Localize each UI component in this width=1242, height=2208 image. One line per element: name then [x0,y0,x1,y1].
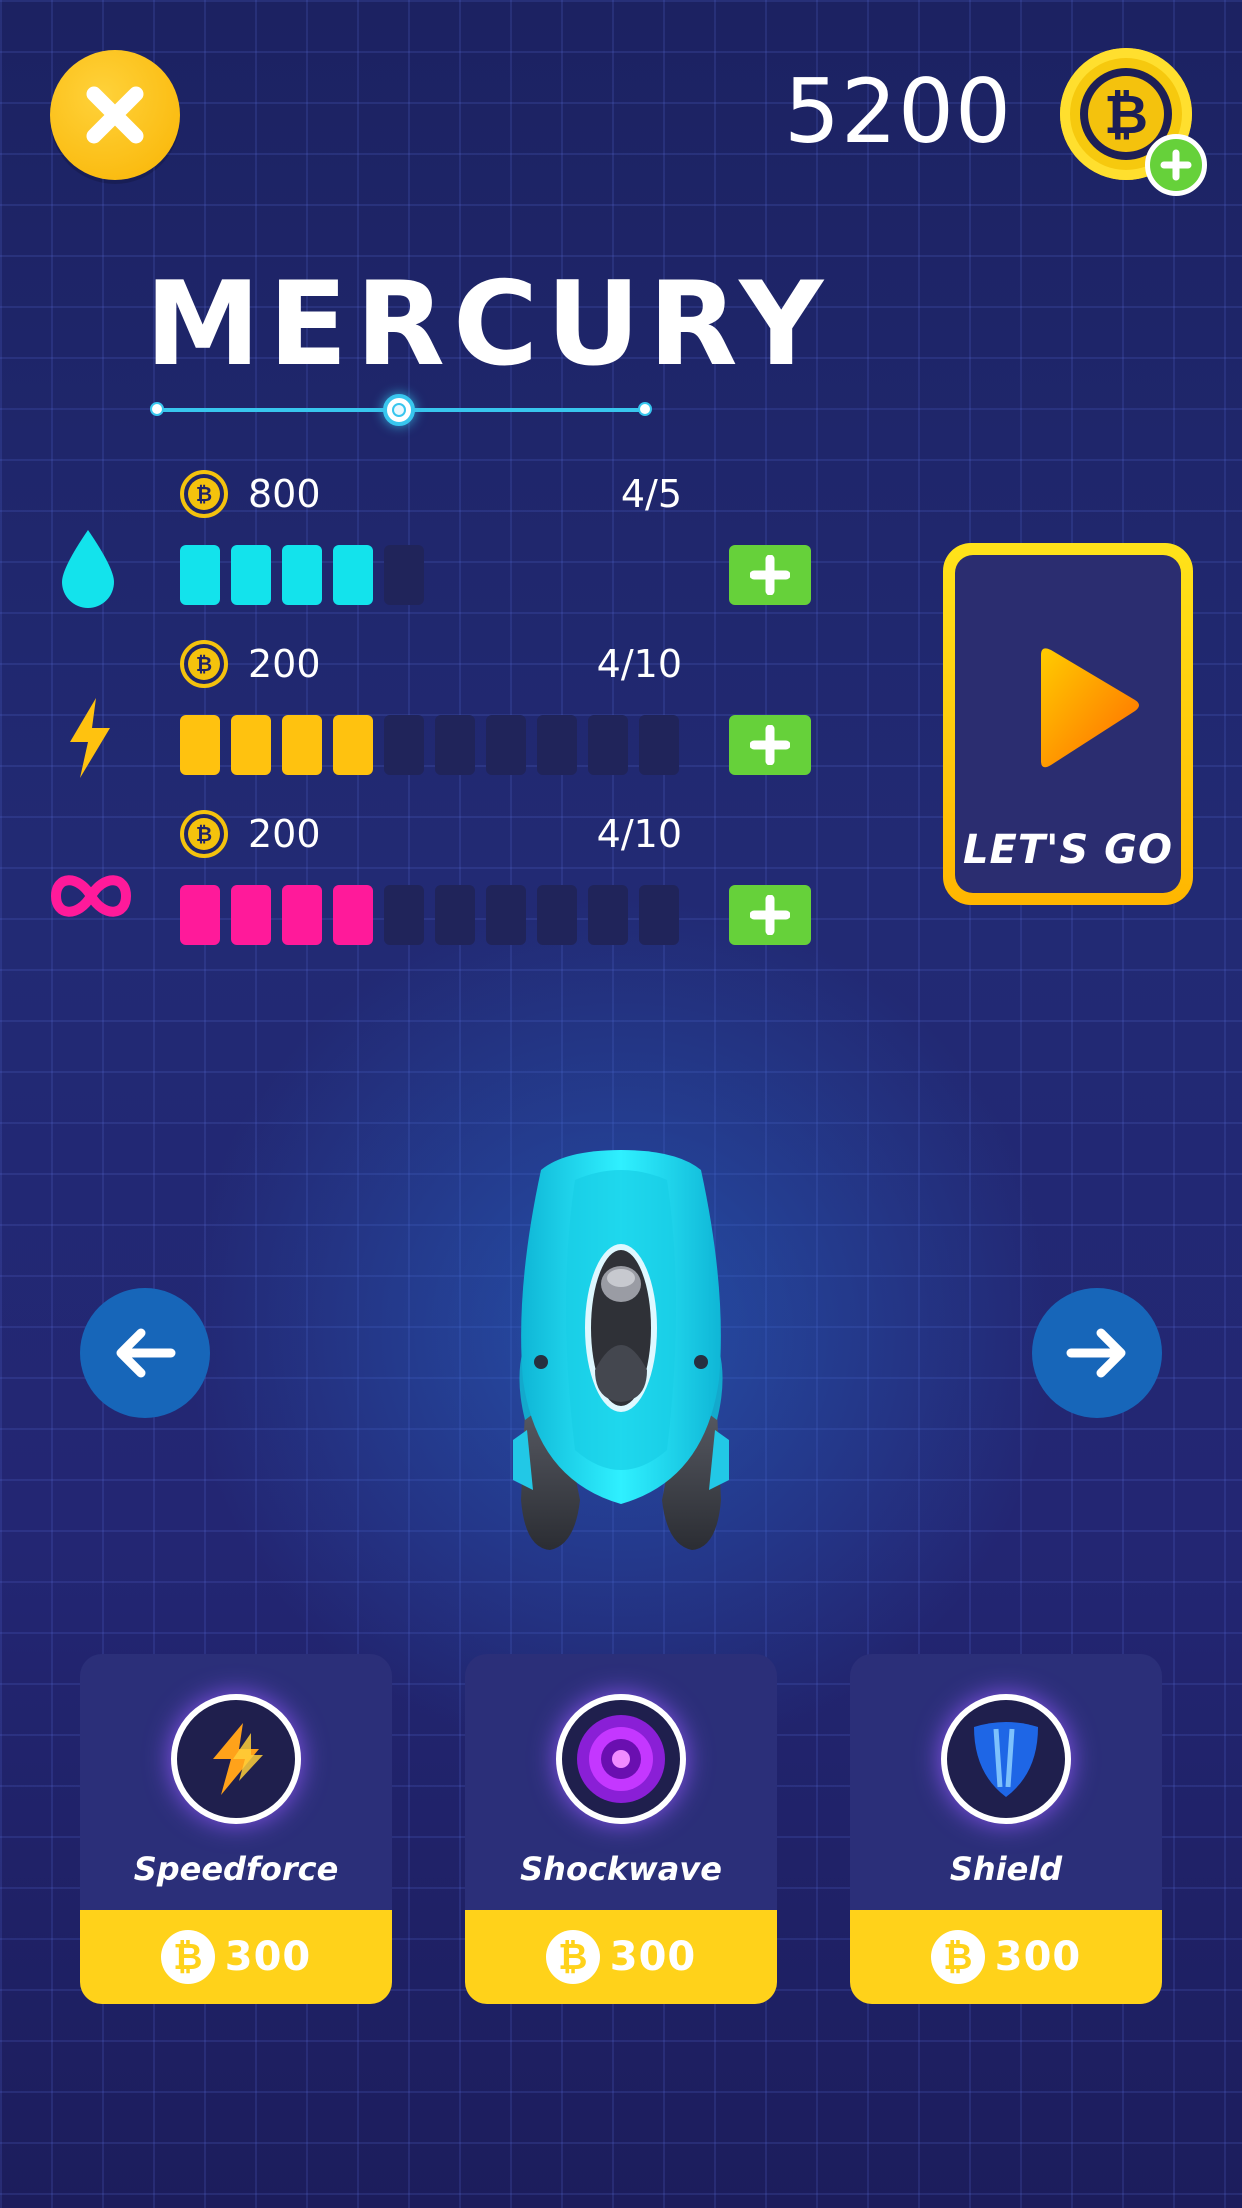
buy-powerup-button[interactable]: ₿ 300 [80,1910,392,2004]
progress-segment-empty [537,885,577,945]
progress-segment-filled [333,715,373,775]
speedforce-icon [171,1694,301,1824]
lets-go-button[interactable]: LET'S GO [943,543,1193,905]
upgrade-cost: 200 [248,812,321,856]
progress-segment-empty [384,545,424,605]
powerup-name: Shield [949,1850,1063,1888]
progress-segment-filled [282,885,322,945]
progress-segment-empty [639,885,679,945]
powerup-price: 300 [609,1934,697,1980]
powerup-card[interactable]: Shield ₿ 300 [850,1654,1162,2004]
progress-segment-empty [588,715,628,775]
upgrade-cost: 800 [248,472,321,516]
water-drop-icon [56,526,120,614]
add-coins-button[interactable] [1145,134,1207,196]
shockwave-icon [556,1694,686,1824]
coin-balance: 5200 [784,60,1012,163]
upgrade-level: 4/10 [596,642,682,686]
coin-icon: ₿ [160,1930,215,1984]
progress-segment-filled [282,715,322,775]
lets-go-label: LET'S GO [963,827,1173,873]
buy-powerup-button[interactable]: ₿ 300 [465,1910,777,2004]
planet-selector-dot-1[interactable] [150,402,164,416]
upgrade-cost: 200 [248,642,321,686]
progress-segment-empty [384,885,424,945]
powerup-name: Speedforce [133,1850,339,1888]
progress-segment-filled [180,715,220,775]
planet-selector-knob[interactable] [383,394,415,426]
coin-icon: ₿ [180,640,228,688]
next-ship-button[interactable] [1032,1288,1162,1418]
shield-icon [941,1694,1071,1824]
coin-icon: ₿ [180,470,228,518]
infinity-icon [48,866,134,930]
close-button[interactable] [50,50,180,180]
progress-segment-filled [231,885,271,945]
arrow-right-icon [1066,1328,1126,1378]
upgrade-level: 4/10 [596,812,682,856]
progress-segment-empty [435,885,475,945]
coin-icon: ₿ [545,1930,600,1984]
powerup-card[interactable]: Shockwave ₿ 300 [465,1654,777,2004]
progress-segment-filled [282,545,322,605]
planet-title: MERCURY [145,257,832,392]
progress-segment-empty [537,715,577,775]
progress-segment-filled [231,715,271,775]
plus-icon [750,725,790,765]
close-icon [86,86,144,144]
coin-icon: ₿ [930,1930,985,1984]
progress-segment-empty [486,715,526,775]
powerup-name: Shockwave [520,1850,722,1888]
progress-segment-empty [639,715,679,775]
plus-icon [1160,149,1192,181]
progress-segment-filled [180,545,220,605]
lightning-icon [62,696,116,784]
planet-selector-dot-3[interactable] [638,402,652,416]
upgrade-progress-bar [180,545,424,605]
progress-segment-filled [231,545,271,605]
coin-icon: ₿ [180,810,228,858]
upgrade-progress-bar [180,885,679,945]
powerup-price: 300 [224,1934,312,1980]
progress-segment-filled [333,885,373,945]
upgrade-level: 4/5 [620,472,682,516]
progress-segment-empty [588,885,628,945]
progress-segment-empty [384,715,424,775]
upgrade-button[interactable] [729,545,811,605]
previous-ship-button[interactable] [80,1288,210,1418]
progress-segment-filled [180,885,220,945]
buy-powerup-button[interactable]: ₿ 300 [850,1910,1162,2004]
progress-segment-empty [486,885,526,945]
powerup-card[interactable]: Speedforce ₿ 300 [80,1654,392,2004]
plus-icon [750,895,790,935]
powerup-price: 300 [994,1934,1082,1980]
arrow-left-icon [116,1328,176,1378]
plus-icon [750,555,790,595]
upgrade-progress-bar [180,715,679,775]
play-icon [1041,648,1139,768]
upgrade-button[interactable] [729,715,811,775]
progress-segment-filled [333,545,373,605]
spaceship-image [513,1150,729,1550]
progress-segment-empty [435,715,475,775]
upgrade-button[interactable] [729,885,811,945]
